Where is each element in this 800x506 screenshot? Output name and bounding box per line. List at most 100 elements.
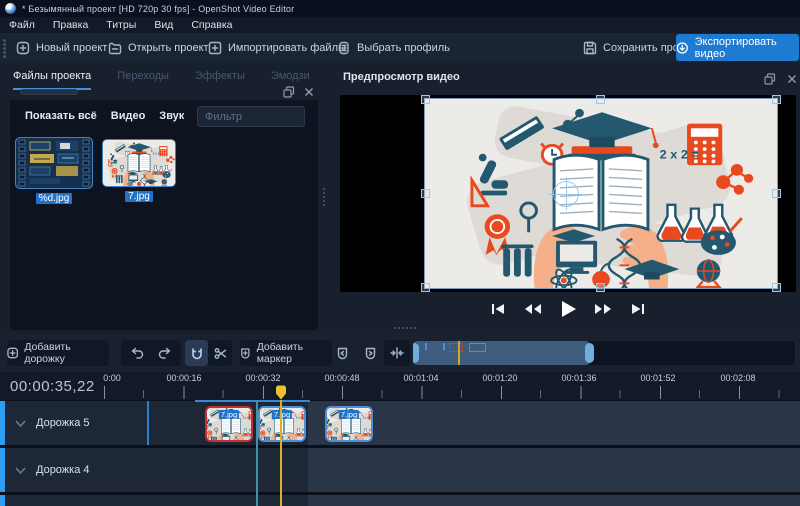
main-toolbar: Новый проект Открыть проект Импортироват…	[0, 33, 800, 62]
track-row-5[interactable]: Дорожка 5	[0, 401, 800, 445]
rewind-button[interactable]	[522, 299, 544, 319]
float-preview-icon[interactable]	[764, 73, 776, 85]
resize-handle[interactable]	[772, 283, 781, 292]
menu-view[interactable]: Вид	[145, 19, 182, 31]
vertical-splitter-handle[interactable]	[323, 188, 325, 206]
snap-indicator-line	[147, 401, 149, 445]
chevron-down-icon[interactable]	[15, 420, 26, 427]
close-panel-icon[interactable]	[303, 86, 315, 98]
new-project-button[interactable]: Новый проект	[16, 36, 107, 59]
file-item[interactable]: 7.jpg	[103, 140, 175, 204]
timeline-ruler[interactable]: 00:00:35,22 0:00 00:00:16 00:00:32 00:00…	[0, 372, 800, 400]
magnet-icon	[191, 347, 203, 360]
import-files-button[interactable]: Импортировать файлы	[208, 36, 346, 59]
file-name-badge: 7.jpg	[125, 191, 153, 202]
timeline-clip[interactable]: 7.jpg	[258, 406, 306, 442]
float-panel-icon[interactable]	[283, 86, 295, 98]
open-project-button[interactable]: Открыть проект	[108, 36, 209, 59]
timeline-zoom-slider[interactable]	[413, 341, 795, 365]
export-video-icon	[676, 41, 689, 55]
track-row-4[interactable]: Дорожка 4	[0, 448, 800, 492]
jump-end-button[interactable]	[627, 299, 649, 319]
file-name-badge: %d.jpg	[36, 193, 73, 204]
ruler-label: 00:01:36	[561, 373, 596, 383]
resize-handle[interactable]	[596, 95, 605, 104]
horizontal-splitter-handle[interactable]	[394, 327, 416, 329]
open-project-icon	[108, 41, 122, 55]
filter-video-button[interactable]: Видео	[111, 110, 146, 122]
menu-titles[interactable]: Титры	[97, 19, 145, 31]
zoom-handle-left[interactable]	[413, 343, 419, 363]
undo-icon[interactable]	[130, 347, 144, 359]
play-button[interactable]	[557, 299, 579, 319]
video-preview-area[interactable]	[340, 95, 796, 292]
track-row-3[interactable]: Дорожка 3	[0, 495, 800, 506]
resize-handle[interactable]	[421, 189, 430, 198]
export-video-button[interactable]: Экспортировать видео	[676, 34, 799, 61]
filter-show-all-button[interactable]: Показать всё	[25, 110, 97, 122]
titlebar: * Безымянный проект [HD 720p 30 fps] - O…	[0, 0, 800, 17]
timeline-clip-selected[interactable]: 7.jpg	[205, 406, 253, 442]
razor-tool-button[interactable]	[208, 340, 232, 366]
playhead-line[interactable]	[280, 400, 282, 506]
resize-handle[interactable]	[421, 283, 430, 292]
filter-input[interactable]	[197, 106, 305, 127]
choose-profile-icon	[337, 41, 351, 55]
tab-transitions[interactable]: Переходы	[117, 70, 169, 90]
save-icon	[583, 41, 597, 55]
timeline-tracks: Дорожка 5 Дорожка 4 Дорожка 3	[0, 400, 800, 506]
snap-magnet-toggle[interactable]	[185, 340, 208, 366]
tab-effects[interactable]: Эффекты	[195, 70, 245, 90]
preview-frame-image[interactable]	[425, 99, 777, 288]
chevron-down-icon[interactable]	[15, 467, 26, 474]
ruler-label: 00:00:48	[324, 373, 359, 383]
resize-handle[interactable]	[772, 95, 781, 104]
resize-handle[interactable]	[772, 189, 781, 198]
import-files-icon	[208, 41, 222, 55]
zoom-visible-range[interactable]	[413, 341, 590, 365]
minimap-clip-selected	[449, 343, 463, 352]
files-panel-tabs: Файлы проекта Переходы Эффекты Эмодзи	[13, 70, 310, 90]
file-item[interactable]: %d.jpg	[16, 138, 92, 206]
ruler-label: 00:01:52	[640, 373, 675, 383]
openshot-logo-icon	[5, 3, 16, 14]
menu-file[interactable]: Файл	[0, 19, 44, 31]
close-preview-icon[interactable]	[786, 73, 798, 85]
add-marker-button[interactable]: Добавить маркер	[240, 340, 332, 366]
clip-label: 7.jpg	[219, 410, 239, 419]
openshot-window: * Безымянный проект [HD 720p 30 fps] - O…	[0, 0, 800, 506]
redo-icon[interactable]	[158, 347, 172, 359]
center-playhead-button[interactable]	[384, 340, 410, 366]
tab-project-files[interactable]: Файлы проекта	[13, 70, 91, 90]
zoom-handle-right[interactable]	[585, 343, 594, 363]
next-marker-icon[interactable]	[364, 347, 377, 360]
tabs-scroll-indicator[interactable]	[20, 89, 78, 95]
ruler-label: 00:01:04	[403, 373, 438, 383]
clip-selection-top-line	[195, 400, 310, 402]
add-track-button[interactable]: Добавить дорожку	[7, 340, 109, 366]
main-area: Файлы проекта Переходы Эффекты Эмодзи По…	[0, 62, 800, 333]
menu-edit[interactable]: Правка	[44, 19, 97, 31]
undo-redo-group	[121, 340, 181, 366]
filter-audio-button[interactable]: Звук	[159, 110, 184, 122]
playback-controls	[340, 296, 796, 322]
file-thumbnail-image	[103, 140, 175, 186]
menu-help[interactable]: Справка	[182, 19, 241, 31]
resize-handle[interactable]	[596, 283, 605, 292]
clip-label: 7.jpg	[272, 410, 292, 419]
choose-profile-button[interactable]: Выбрать профиль	[337, 36, 450, 59]
jump-start-button[interactable]	[487, 299, 509, 319]
toolbar-grip[interactable]	[3, 38, 7, 57]
resize-handle[interactable]	[421, 95, 430, 104]
timeline-clip[interactable]: 7.jpg	[325, 406, 373, 442]
previous-marker-icon[interactable]	[336, 347, 349, 360]
fast-forward-button[interactable]	[592, 299, 614, 319]
playhead-marker[interactable]	[275, 385, 287, 400]
scissors-icon	[214, 347, 227, 360]
playhead-timecode: 00:00:35,22	[10, 378, 95, 395]
minimap-clip	[469, 343, 486, 352]
transform-origin-handle[interactable]	[553, 181, 579, 207]
file-thumbnail-sequence	[16, 138, 92, 188]
clip-label: 7.jpg	[339, 410, 359, 419]
menubar: Файл Правка Титры Вид Справка	[0, 17, 800, 33]
